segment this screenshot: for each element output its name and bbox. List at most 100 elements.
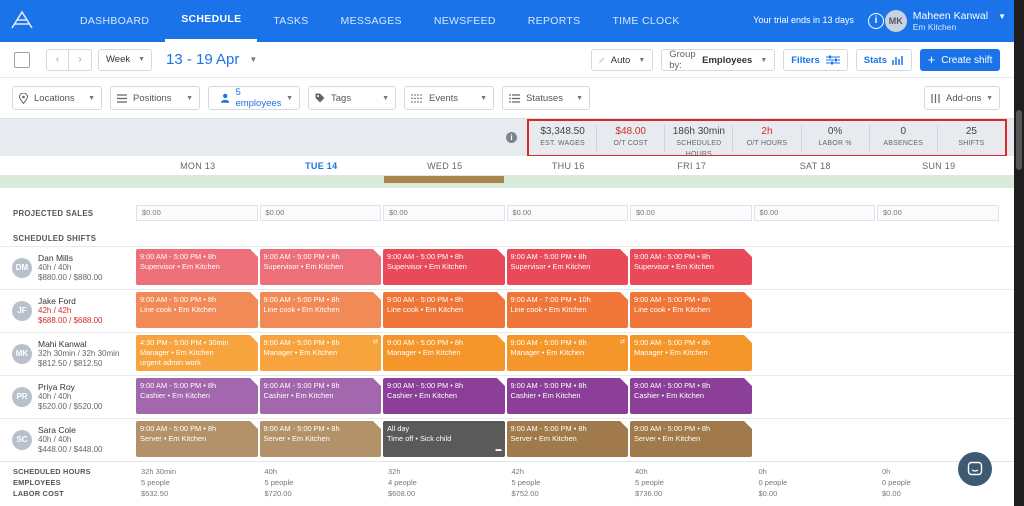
- shift-cell[interactable]: [754, 376, 876, 418]
- tags-filter[interactable]: Tags ▼: [308, 86, 396, 110]
- shift-cell[interactable]: 9:00 AM - 5:00 PM • 8h Supervisor • Em Ki…: [630, 247, 752, 289]
- shift-cell[interactable]: [754, 290, 876, 332]
- shift-block[interactable]: 9:00 AM - 5:00 PM • 8h Server • Em Kitche…: [506, 421, 628, 457]
- shift-cell[interactable]: 9:00 AM - 5:00 PM • 8h Line cook • Em Kit…: [630, 290, 752, 332]
- shift-block[interactable]: 9:00 AM - 5:00 PM • 8h Manager • Em Kitch…: [506, 335, 628, 371]
- employee-info[interactable]: SC Sara Cole 40h / 40h $448.00 / $448.00: [0, 419, 136, 461]
- shift-cell[interactable]: 4:30 PM - 5:00 PM • 30min Manager • Em Ki…: [136, 333, 258, 375]
- shift-cell[interactable]: 9:00 AM - 5:00 PM • 8h Cashier • Em Kitch…: [630, 376, 752, 418]
- shift-block[interactable]: 9:00 AM - 5:00 PM • 8h Server • Em Kitche…: [259, 421, 381, 457]
- user-menu[interactable]: MK Maheen Kanwal Em Kitchen ▼: [884, 10, 1006, 32]
- info-icon[interactable]: i: [868, 13, 884, 29]
- projected-sales-input[interactable]: $0.00: [383, 205, 505, 221]
- shift-block[interactable]: 9:00 AM - 5:00 PM • 8h Cashier • Em Kitch…: [506, 378, 628, 414]
- positions-filter[interactable]: Positions ▼: [110, 86, 200, 110]
- filters-button[interactable]: Filters: [783, 49, 848, 71]
- shift-cell[interactable]: 9:00 AM - 5:00 PM • 8h Manager • Em Kitch…: [630, 333, 752, 375]
- employees-filter[interactable]: 5 employees ▼: [208, 86, 300, 110]
- shift-cell[interactable]: 9:00 AM - 5:00 PM • 8h Supervisor • Em Ki…: [259, 247, 381, 289]
- projected-sales-input[interactable]: $0.00: [630, 205, 752, 221]
- prev-week-button[interactable]: ‹: [47, 49, 69, 70]
- employee-info[interactable]: DM Dan Mills 40h / 40h $880.00 / $880.00: [0, 247, 136, 289]
- date-range-picker[interactable]: 13 - 19 Apr ▼: [166, 51, 257, 68]
- shift-cell[interactable]: [754, 419, 876, 461]
- projected-sales-input[interactable]: $0.00: [136, 205, 258, 221]
- shift-cell[interactable]: 9:00 AM - 5:00 PM • 8h Server • Em Kitche…: [259, 419, 381, 461]
- shift-cell[interactable]: 9:00 AM - 5:00 PM • 8h Server • Em Kitche…: [506, 419, 628, 461]
- view-select[interactable]: Week ▼: [98, 48, 152, 71]
- shift-block[interactable]: 9:00 AM - 5:00 PM • 8h Line cook • Em Kit…: [383, 292, 505, 328]
- shift-block[interactable]: 9:00 AM - 5:00 PM • 8h Server • Em Kitche…: [136, 421, 258, 457]
- shift-cell[interactable]: [877, 376, 999, 418]
- addons-menu[interactable]: Add-ons ▼: [924, 86, 1000, 110]
- shift-block[interactable]: 9:00 AM - 5:00 PM • 8h Cashier • Em Kitch…: [383, 378, 505, 414]
- shift-block[interactable]: 9:00 AM - 5:00 PM • 8h Manager • Em Kitch…: [259, 335, 381, 371]
- shift-block[interactable]: 9:00 AM - 5:00 PM • 8h Server • Em Kitche…: [630, 421, 752, 457]
- app-logo[interactable]: [0, 0, 44, 42]
- nav-item-time-clock[interactable]: TIME CLOCK: [596, 0, 695, 42]
- events-filter[interactable]: Events ▼: [404, 86, 494, 110]
- shift-block[interactable]: 9:00 AM - 5:00 PM • 8h Line cook • Em Kit…: [630, 292, 752, 328]
- locations-filter[interactable]: Locations ▼: [12, 86, 102, 110]
- shift-block[interactable]: 9:00 AM - 5:00 PM • 8h Line cook • Em Kit…: [259, 292, 381, 328]
- shift-block[interactable]: 9:00 AM - 5:00 PM • 8h Cashier • Em Kitch…: [136, 378, 258, 414]
- shift-cell[interactable]: 9:00 AM - 5:00 PM • 8h Cashier • Em Kitch…: [136, 376, 258, 418]
- shift-block[interactable]: 9:00 AM - 5:00 PM • 8h Cashier • Em Kitch…: [259, 378, 381, 414]
- shift-cell[interactable]: All day Time off • Sick child ▬: [383, 419, 505, 461]
- scrollbar[interactable]: [1014, 0, 1024, 506]
- shift-cell[interactable]: 9:00 AM - 5:00 PM • 8h Supervisor • Em Ki…: [136, 247, 258, 289]
- shift-cell[interactable]: 9:00 AM - 5:00 PM • 8h Manager • Em Kitch…: [506, 333, 628, 375]
- shift-block[interactable]: 9:00 AM - 5:00 PM • 8h Line cook • Em Kit…: [136, 292, 258, 328]
- shift-cell[interactable]: 9:00 AM - 5:00 PM • 8h Line cook • Em Kit…: [259, 290, 381, 332]
- shift-cell[interactable]: 9:00 AM - 5:00 PM • 8h Line cook • Em Kit…: [136, 290, 258, 332]
- shift-cell[interactable]: [877, 333, 999, 375]
- employee-info[interactable]: MK Mahi Kanwal 32h 30min / 32h 30min $812.5…: [0, 333, 136, 375]
- nav-item-schedule[interactable]: SCHEDULE: [165, 0, 258, 42]
- shift-cell[interactable]: 9:00 AM - 7:00 PM • 10h Line cook • Em Ki…: [506, 290, 628, 332]
- shift-cell[interactable]: 9:00 AM - 5:00 PM • 8h Supervisor • Em Ki…: [383, 247, 505, 289]
- shift-cell[interactable]: 9:00 AM - 5:00 PM • 8h Cashier • Em Kitch…: [506, 376, 628, 418]
- time-off-block[interactable]: All day Time off • Sick child ▬: [383, 421, 505, 457]
- stats-button[interactable]: Stats: [855, 49, 912, 71]
- shift-cell[interactable]: [754, 247, 876, 289]
- shift-cell[interactable]: 9:00 AM - 5:00 PM • 8h Cashier • Em Kitch…: [259, 376, 381, 418]
- projected-sales-input[interactable]: $0.00: [506, 205, 628, 221]
- projected-sales-input[interactable]: $0.00: [753, 205, 875, 221]
- shift-cell[interactable]: 9:00 AM - 5:00 PM • 8h Cashier • Em Kitch…: [383, 376, 505, 418]
- statuses-filter[interactable]: Statuses ▼: [502, 86, 590, 110]
- shift-block[interactable]: 9:00 AM - 5:00 PM • 8h Cashier • Em Kitch…: [630, 378, 752, 414]
- shift-block[interactable]: 9:00 AM - 5:00 PM • 8h Supervisor • Em Ki…: [136, 249, 258, 285]
- shift-block[interactable]: 9:00 AM - 5:00 PM • 8h Supervisor • Em Ki…: [630, 249, 752, 285]
- shift-cell[interactable]: [754, 333, 876, 375]
- info-icon[interactable]: i: [506, 132, 517, 143]
- shift-cell[interactable]: [877, 290, 999, 332]
- shift-block[interactable]: 9:00 AM - 5:00 PM • 8h Manager • Em Kitch…: [630, 335, 752, 371]
- shift-cell[interactable]: [877, 247, 999, 289]
- chat-button[interactable]: [958, 452, 992, 486]
- shift-cell[interactable]: 9:00 AM - 5:00 PM • 8h Manager • Em Kitch…: [383, 333, 505, 375]
- employee-info[interactable]: JF Jake Ford 42h / 42h $688.00 / $688.00: [0, 290, 136, 332]
- scrollbar-thumb[interactable]: [1016, 110, 1022, 170]
- projected-sales-input[interactable]: $0.00: [259, 205, 381, 221]
- shift-block[interactable]: 4:30 PM - 5:00 PM • 30min Manager • Em Ki…: [136, 335, 258, 371]
- next-week-button[interactable]: ›: [69, 50, 91, 70]
- auto-schedule-button[interactable]: Auto ▼: [591, 49, 654, 71]
- create-shift-button[interactable]: + Create shift: [920, 49, 1000, 71]
- select-all-checkbox[interactable]: [14, 51, 30, 68]
- event-marker[interactable]: [384, 176, 504, 183]
- shift-block[interactable]: 9:00 AM - 5:00 PM • 8h Supervisor • Em Ki…: [259, 249, 381, 285]
- projected-sales-input[interactable]: $0.00: [877, 205, 999, 221]
- shift-cell[interactable]: 9:00 AM - 5:00 PM • 8h Manager • Em Kitch…: [259, 333, 381, 375]
- nav-item-reports[interactable]: REPORTS: [512, 0, 597, 42]
- nav-item-tasks[interactable]: TASKS: [257, 0, 324, 42]
- nav-item-newsfeed[interactable]: NEWSFEED: [418, 0, 512, 42]
- shift-block[interactable]: 9:00 AM - 5:00 PM • 8h Supervisor • Em Ki…: [383, 249, 505, 285]
- nav-item-dashboard[interactable]: DASHBOARD: [64, 0, 165, 42]
- shift-cell[interactable]: 9:00 AM - 5:00 PM • 8h Server • Em Kitche…: [630, 419, 752, 461]
- employee-info[interactable]: PR Priya Roy 40h / 40h $520.00 / $520.00: [0, 376, 136, 418]
- shift-cell[interactable]: 9:00 AM - 5:00 PM • 8h Server • Em Kitche…: [136, 419, 258, 461]
- shift-block[interactable]: 9:00 AM - 5:00 PM • 8h Manager • Em Kitch…: [383, 335, 505, 371]
- nav-item-messages[interactable]: MESSAGES: [325, 0, 418, 42]
- shift-block[interactable]: 9:00 AM - 5:00 PM • 8h Supervisor • Em Ki…: [506, 249, 628, 285]
- shift-block[interactable]: 9:00 AM - 7:00 PM • 10h Line cook • Em Ki…: [506, 292, 628, 328]
